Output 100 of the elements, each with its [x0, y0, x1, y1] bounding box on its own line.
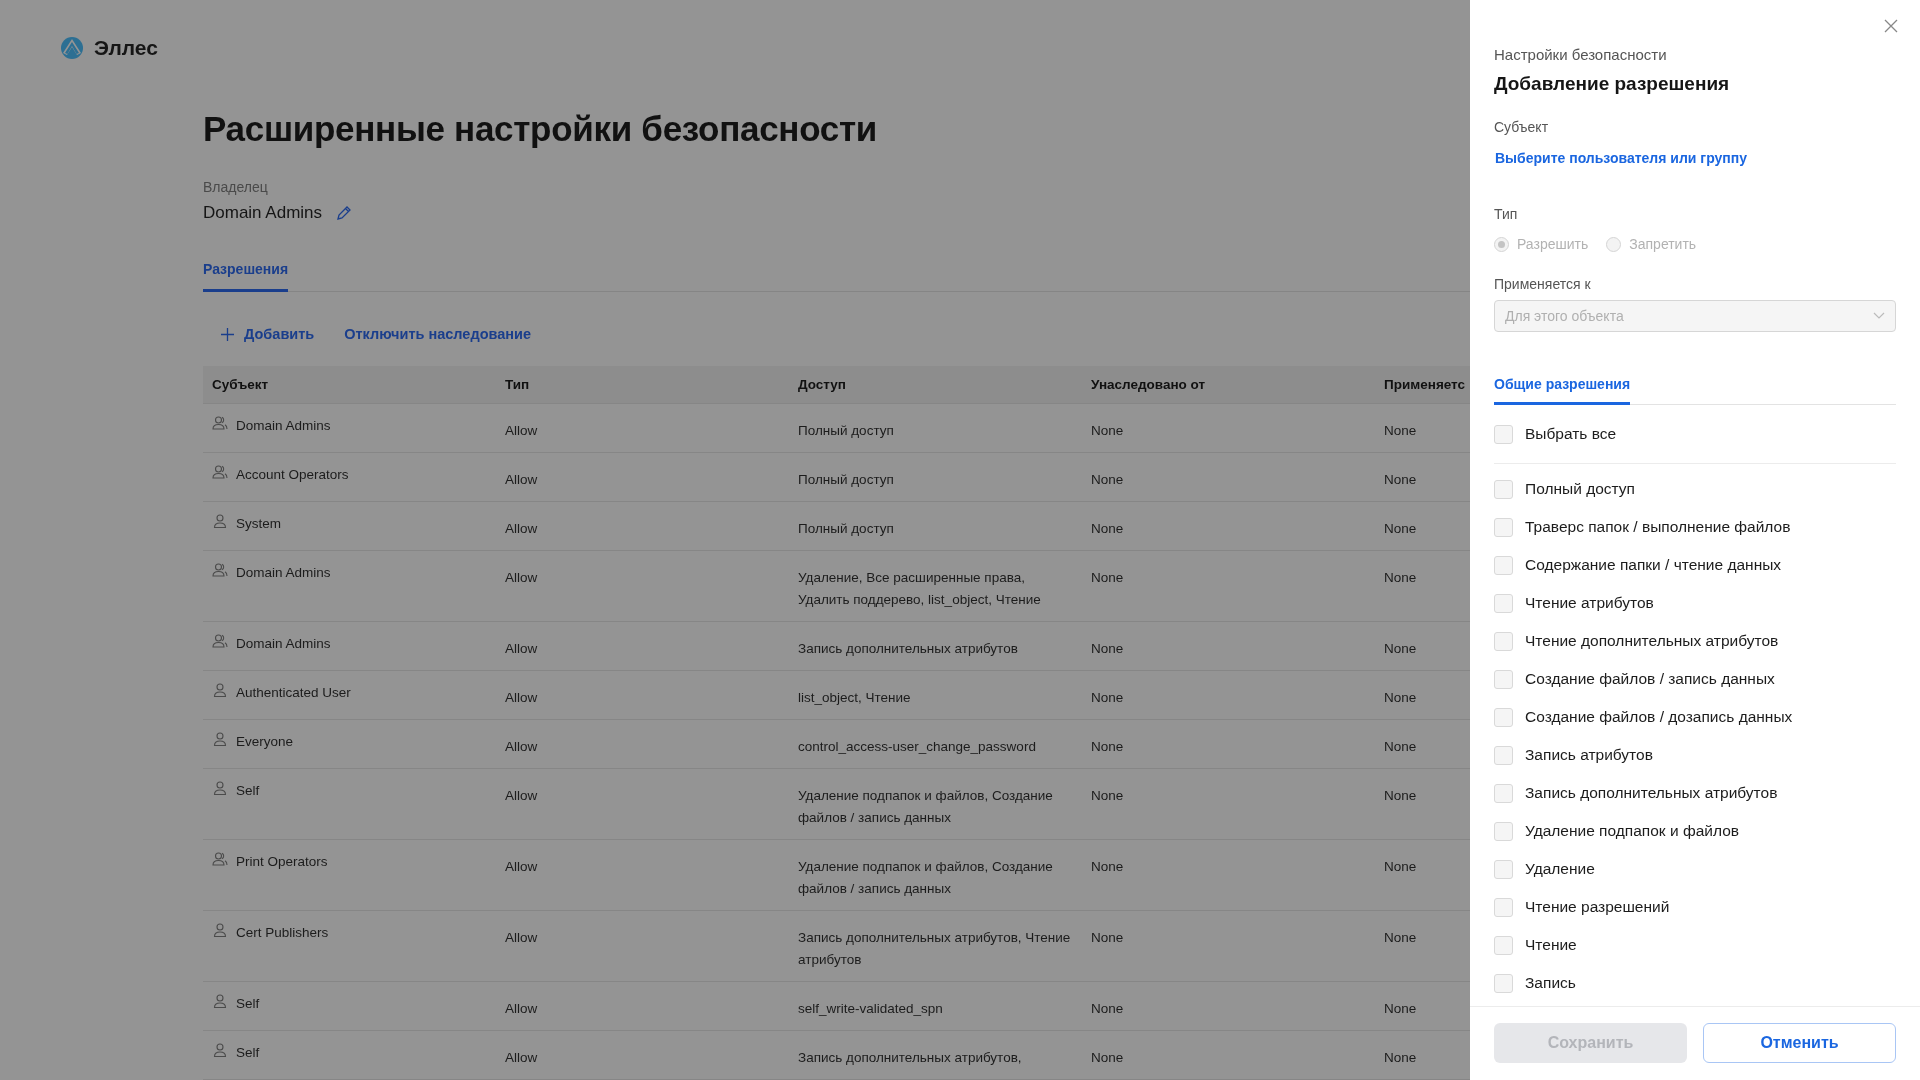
table-cell-text: None	[1090, 738, 1125, 756]
table-cell-text: None	[1090, 1000, 1125, 1018]
checkbox[interactable]	[1494, 555, 1513, 575]
select-subject-link[interactable]: Выберите пользователя или группу	[1494, 150, 1896, 166]
table-cell-text: Запись дополнительных атрибутов	[797, 640, 1019, 658]
checkbox[interactable]	[1494, 783, 1513, 803]
field-label: Применяется к	[1494, 276, 1592, 292]
checkbox-label: Создание файлов / запись данных	[1525, 670, 1775, 688]
column-header: Доступ	[797, 376, 847, 394]
table-cell-text: None	[1090, 471, 1125, 489]
table-cell-text: None	[1383, 569, 1418, 587]
checkbox-label: Выбрать все	[1525, 425, 1617, 443]
table-cell-text: None	[1383, 787, 1418, 805]
table-cell-text: None	[1090, 858, 1125, 876]
table-cell-text: None	[1090, 929, 1125, 947]
checkbox[interactable]	[1494, 707, 1513, 727]
table-cell-text: None	[1090, 640, 1125, 658]
table-cell-text: Удаление подпапок и файлов, Создание файлов / запись данных	[797, 787, 1054, 827]
field-label: Субъект	[1494, 119, 1550, 135]
select-all-checkbox[interactable]: Выбрать все	[1494, 415, 1896, 453]
add-button[interactable]: Добавить	[221, 326, 315, 342]
checkbox[interactable]	[1494, 745, 1513, 765]
table-cell-text: Allow	[504, 569, 539, 587]
table-cell-text: Self	[236, 782, 260, 800]
table-cell-text: None	[1383, 689, 1418, 707]
users-icon	[212, 464, 228, 480]
table-cell-text: Self	[236, 1044, 260, 1062]
table-cell-text: None	[1383, 858, 1418, 876]
table-cell-text: None	[1090, 787, 1125, 805]
table-cell-text: None	[1383, 422, 1418, 440]
table-cell-text: Запись дополнительных атрибутов, Чтение атрибутов	[797, 929, 1072, 969]
table-cell-text: Domain Admins	[236, 635, 331, 653]
tab[interactable]: Общие разрешения	[1494, 376, 1631, 405]
checkbox[interactable]	[1494, 897, 1513, 917]
table-cell-text: Полный доступ	[797, 520, 895, 538]
checkbox[interactable]	[1494, 517, 1513, 537]
checkbox-label: Содержание папки / чтение данных	[1525, 556, 1782, 574]
table-cell-text: self_write-validated_spn	[797, 1000, 944, 1018]
checkbox[interactable]	[1494, 593, 1513, 613]
checkbox-label: Создание файлов / дозапись данных	[1525, 708, 1793, 726]
table-cell-text: Account Operators	[236, 466, 349, 484]
table-cell-text: Allow	[504, 787, 539, 805]
table-cell-text: Allow	[504, 471, 539, 489]
table-cell-text: Allow	[504, 929, 539, 947]
table-cell-text: control_access-user_change_password	[797, 738, 1037, 756]
page-title: Расширенные настройки безопасности	[203, 109, 878, 149]
table-cell-text: Allow	[504, 1049, 539, 1067]
table-cell-text: Domain Admins	[236, 417, 331, 435]
table-cell-text: None	[1383, 520, 1418, 538]
owner-label: Владелец	[203, 179, 269, 195]
table-cell-text: None	[1383, 1049, 1418, 1067]
column-header: Унаследовано от	[1090, 376, 1207, 394]
column-header: Применяетс	[1383, 376, 1467, 394]
table-cell-text: None	[1383, 471, 1418, 489]
checkbox-label: Запись	[1525, 974, 1576, 992]
panel-subtitle: Настройки безопасности	[1494, 46, 1668, 63]
table-cell-text: Allow	[504, 738, 539, 756]
checkbox[interactable]	[1494, 479, 1513, 499]
plus-icon	[221, 327, 234, 341]
owner-name: Domain Admins	[203, 203, 323, 223]
checkbox[interactable]	[1494, 973, 1513, 993]
table-cell-text: Полный доступ	[797, 422, 895, 440]
table-cell-text: None	[1090, 520, 1125, 538]
users-icon	[212, 633, 228, 649]
checkbox-label: Чтение	[1525, 936, 1577, 954]
table-cell-text: Authenticated User	[236, 684, 351, 702]
table-cell-text: Полный доступ	[797, 471, 895, 489]
user-icon	[212, 682, 228, 698]
checkbox[interactable]	[1494, 821, 1513, 841]
users-icon	[212, 562, 228, 578]
column-header: Тип	[504, 376, 531, 394]
column-header: Субъект	[211, 376, 270, 394]
table-cell-text: Удаление, Все расширенные права, Удалить поддерево, list_object, Чтение	[797, 569, 1042, 609]
disable-inheritance-link[interactable]: Отключить наследование	[344, 326, 532, 342]
user-icon	[212, 1042, 228, 1058]
checkbox[interactable]	[1494, 935, 1513, 955]
table-cell-text: None	[1383, 929, 1418, 947]
checkbox[interactable]	[1494, 631, 1513, 651]
user-icon	[212, 513, 228, 529]
table-cell-text: Domain Admins	[236, 564, 331, 582]
checkbox-label: Удаление подпапок и файлов	[1525, 822, 1739, 840]
checkbox-label: Запись атрибутов	[1525, 746, 1653, 764]
panel-title: Добавление разрешения	[1494, 73, 1731, 95]
table-cell-text: Удаление подпапок и файлов, Создание файлов / запись данных	[797, 858, 1054, 898]
table-cell-text: Allow	[504, 689, 539, 707]
checkbox[interactable]	[1494, 859, 1513, 879]
checkbox-label: Чтение дополнительных атрибутов	[1525, 632, 1779, 650]
table-cell-text: Self	[236, 995, 260, 1013]
table-cell-text: Allow	[504, 858, 539, 876]
table-cell-text: None	[1090, 569, 1125, 587]
cancel-button[interactable]: Отменить	[1703, 1023, 1896, 1063]
table-cell-text: None	[1383, 1000, 1418, 1018]
checkbox[interactable]	[1494, 669, 1513, 689]
checkbox[interactable]	[1494, 424, 1513, 444]
checkbox-label: Чтение разрешений	[1525, 898, 1670, 916]
user-icon	[212, 922, 228, 938]
tab[interactable]: Разрешения	[203, 261, 289, 292]
logo-icon	[60, 35, 84, 60]
table-cell-text: Allow	[504, 1000, 539, 1018]
pencil-icon[interactable]	[336, 205, 353, 221]
